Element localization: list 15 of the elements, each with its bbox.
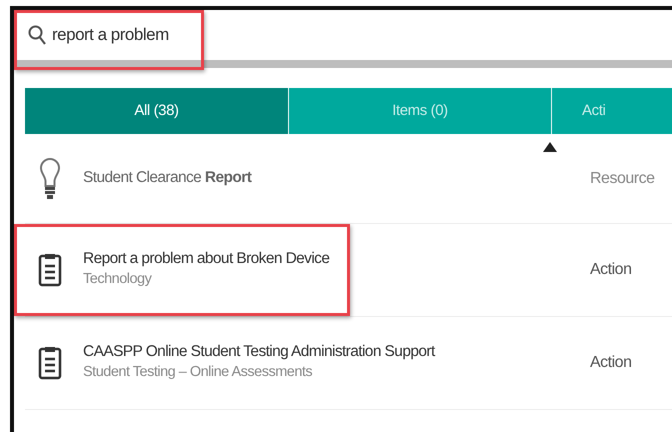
result-type: Action	[590, 260, 632, 280]
result-title[interactable]: CAASPP Online Student Testing Administration Support	[83, 342, 435, 362]
clipboard-icon	[38, 253, 62, 287]
search-icon	[28, 25, 46, 45]
tab[interactable]: All (38)	[25, 88, 289, 134]
sort-arrow-icon[interactable]	[543, 142, 557, 152]
search-field[interactable]: report a problem	[52, 22, 252, 48]
result-title[interactable]: Report a problem about Broken Device	[83, 249, 330, 270]
result-title[interactable]: Student Clearance Report	[83, 168, 252, 189]
result-category: Technology	[83, 270, 153, 290]
lightbulb-icon	[39, 156, 61, 200]
result-type: Action	[590, 353, 632, 373]
clipboard-icon	[38, 346, 62, 380]
result-type: Resource	[590, 168, 656, 188]
result-category: Student Testing – Online Assessments	[83, 363, 314, 382]
